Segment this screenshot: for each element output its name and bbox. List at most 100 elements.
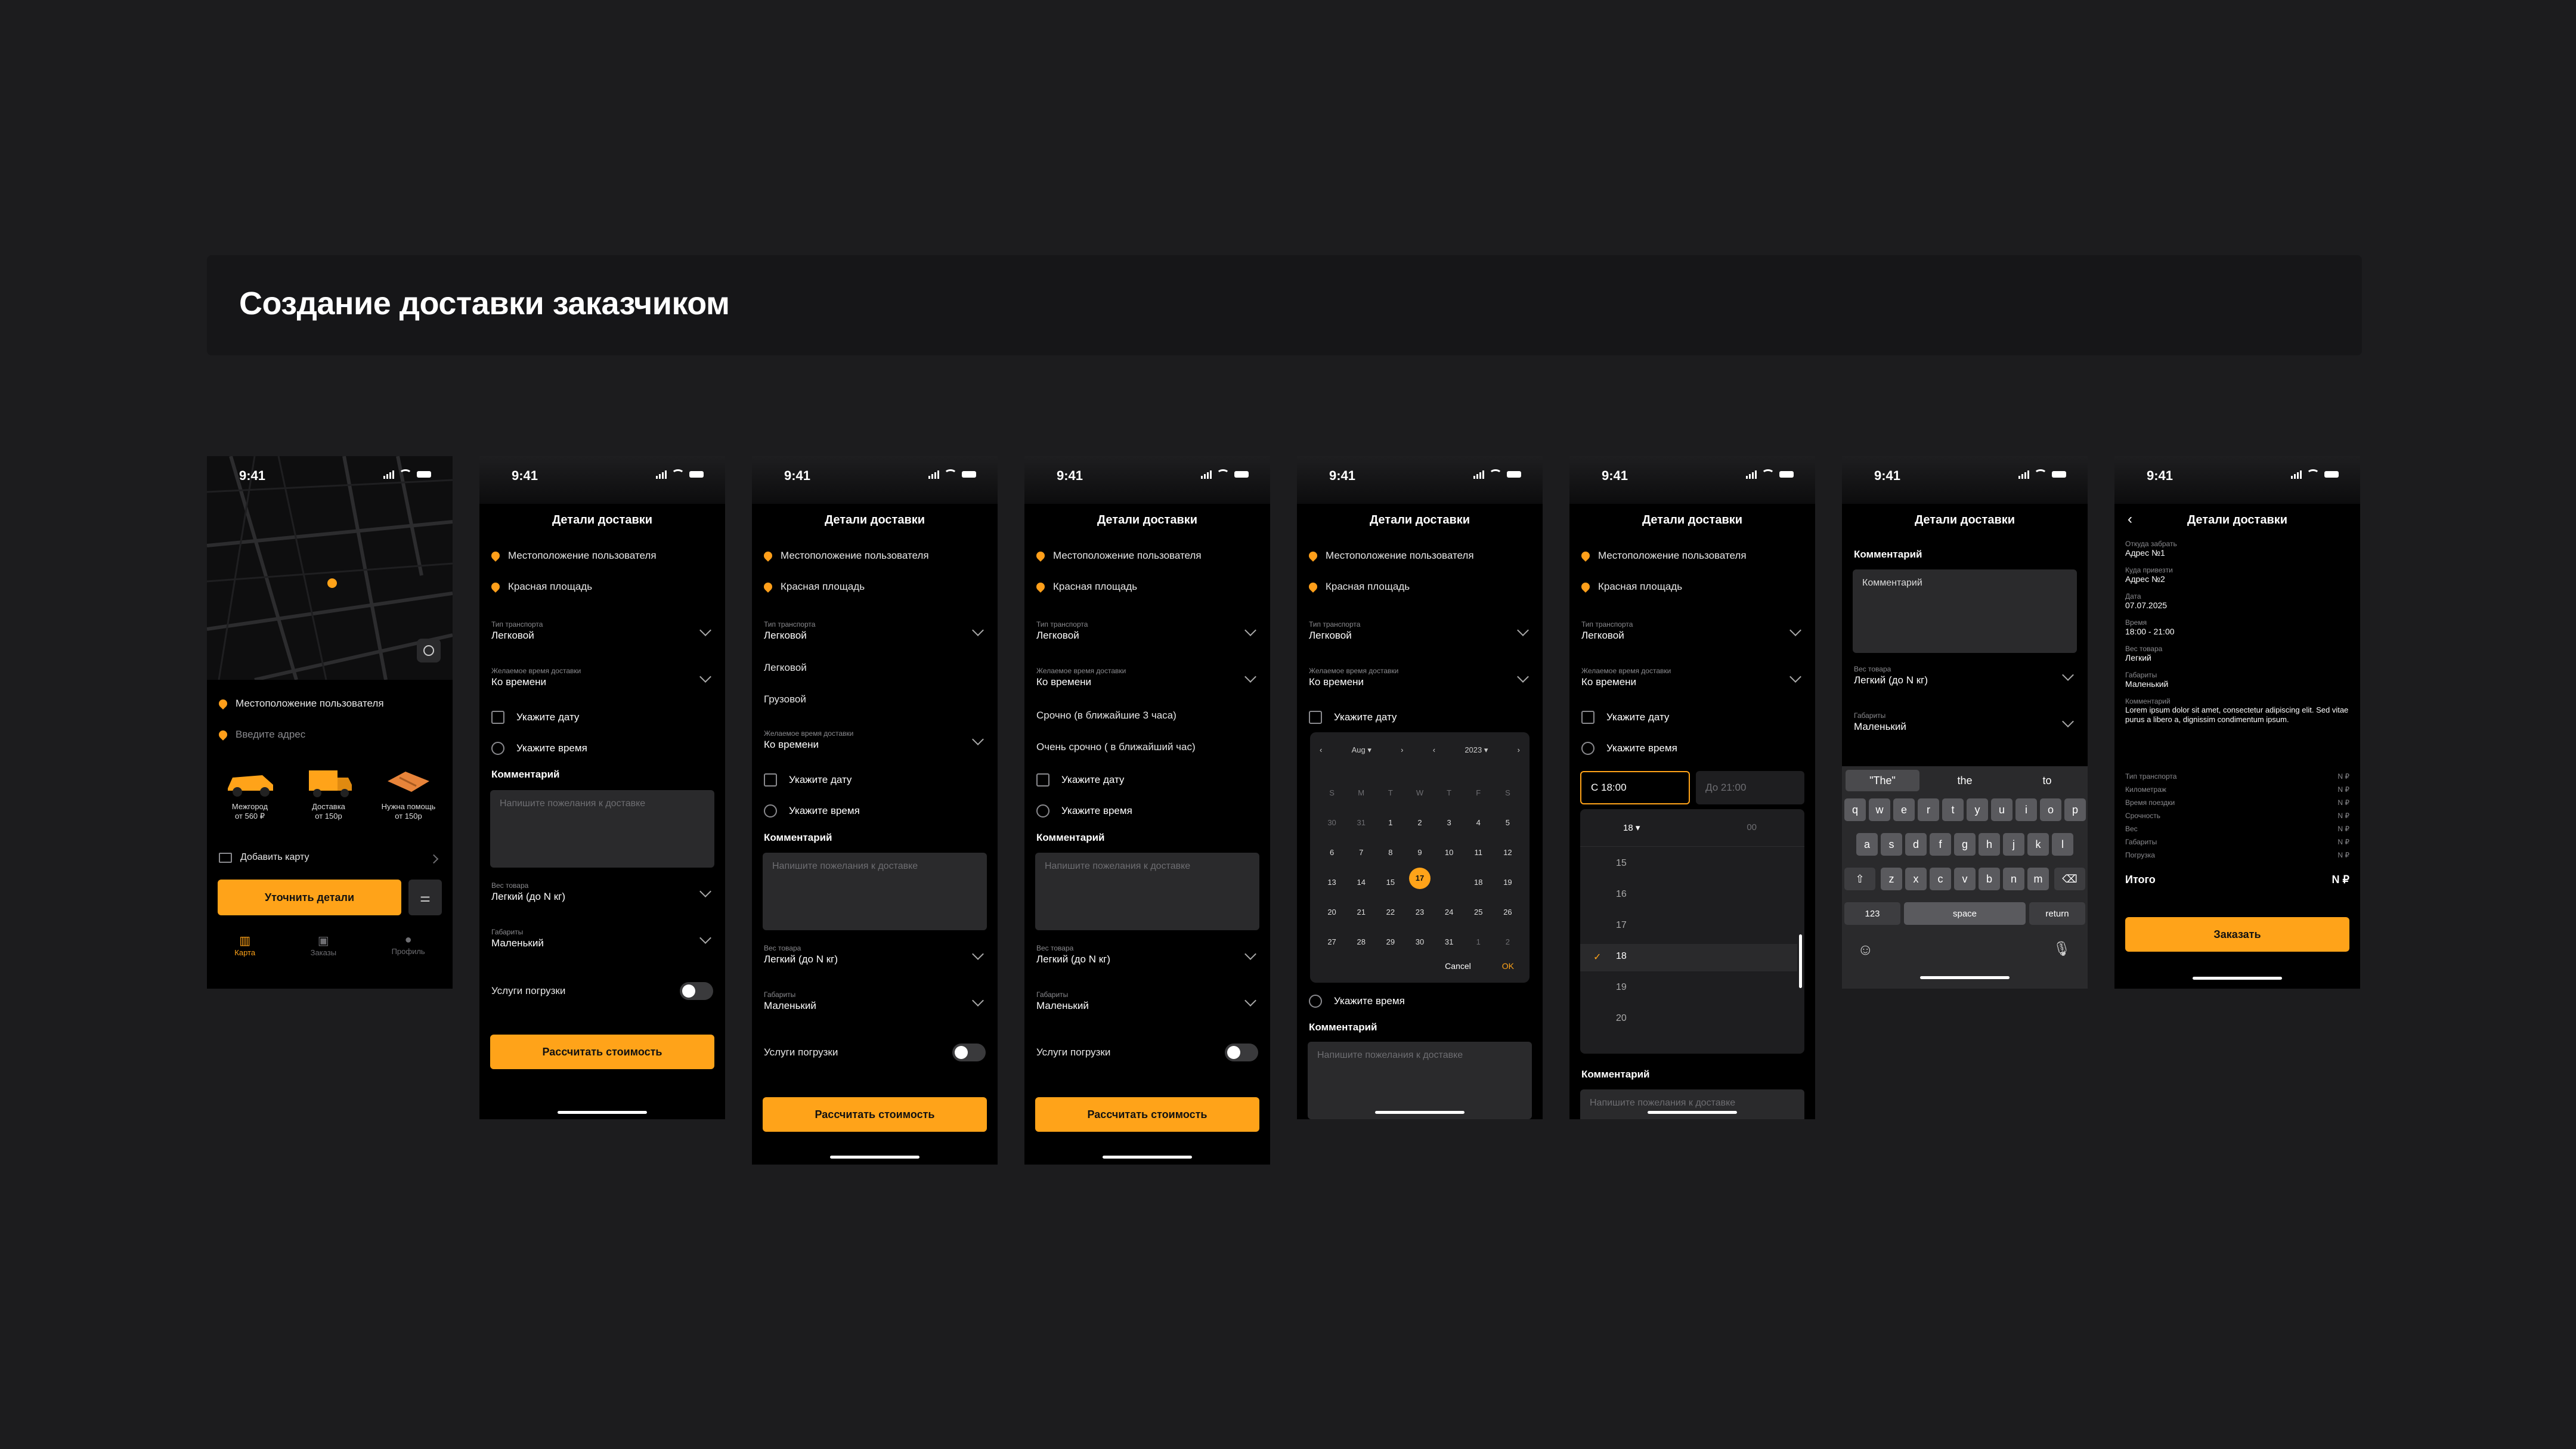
transport-select[interactable]: Тип транспорта Легковой [1309, 620, 1531, 642]
comment-textarea[interactable]: Напишите пожелания к доставке [763, 853, 987, 930]
weight-select[interactable]: Вес товара Легкий (до N кг) [491, 881, 713, 903]
key[interactable]: h [1979, 833, 2000, 856]
calendar-day[interactable]: 31 [1435, 927, 1464, 956]
calendar-cancel-button[interactable]: Cancel [1445, 961, 1471, 971]
calendar-day[interactable]: 1 [1464, 927, 1493, 956]
calendar-day[interactable]: 7 [1346, 837, 1376, 867]
time-field[interactable]: Укажите время [764, 804, 860, 818]
suggestion[interactable]: "The" [1846, 770, 1919, 791]
time-select[interactable]: Желаемое время доставки Ко времени [764, 729, 986, 751]
date-field[interactable]: Укажите дату [1036, 773, 1124, 787]
calendar-day[interactable]: 30 [1405, 927, 1434, 956]
location-dest-row[interactable]: Красная площадь [1035, 581, 1137, 593]
key[interactable]: e [1893, 798, 1915, 821]
time-field[interactable]: Укажите время [1036, 804, 1132, 818]
key[interactable]: f [1930, 833, 1951, 856]
location-user-row[interactable]: Местоположение пользователя [490, 550, 657, 562]
key[interactable]: c [1930, 868, 1951, 890]
key[interactable]: l [2052, 833, 2073, 856]
hour-select[interactable]: 18 ▾ [1623, 822, 1640, 833]
backspace-key[interactable]: ⌫ [2054, 868, 2085, 890]
location-user-row[interactable]: Местоположение пользователя [1580, 550, 1747, 562]
microphone-icon[interactable]: 🎙 [2053, 940, 2071, 958]
calendar-day[interactable]: 6 [1317, 837, 1346, 867]
location-dest-row[interactable]: Красная площадь [1307, 581, 1410, 593]
transport-select[interactable]: Тип транспорта Легковой [1036, 620, 1258, 642]
calendar-day[interactable]: 1 [1376, 807, 1405, 837]
shift-key[interactable]: ⇧ [1844, 868, 1875, 890]
size-select[interactable]: Габариты Маленький [491, 928, 713, 949]
time-option[interactable]: Очень срочно ( в ближайший час) [1036, 741, 1196, 753]
year-prev-icon[interactable]: ‹ [1433, 745, 1435, 755]
picker-scrollbar[interactable] [1799, 934, 1802, 988]
calendar-day[interactable]: 24 [1435, 897, 1464, 927]
calendar-day[interactable]: 21 [1346, 897, 1376, 927]
tab-map[interactable]: ▥ Карта [234, 933, 255, 957]
calendar-ok-button[interactable]: OK [1502, 961, 1514, 971]
hour-option-selected[interactable]: ✓ 18 [1580, 944, 1797, 971]
key[interactable]: t [1942, 798, 1964, 821]
comment-textarea[interactable]: Напишите пожелания к доставке [490, 790, 714, 868]
service-card-delivery[interactable]: Доставка от 150р [298, 763, 360, 821]
key[interactable]: u [1991, 798, 2012, 821]
calendar-day[interactable]: 4 [1464, 807, 1493, 837]
calendar-next-icon[interactable]: › [1401, 745, 1403, 755]
calendar-day[interactable]: 27 [1317, 927, 1346, 956]
space-key[interactable]: space [1904, 902, 2026, 925]
calendar-day[interactable]: 28 [1346, 927, 1376, 956]
calendar-day[interactable]: 12 [1493, 837, 1522, 867]
calc-button[interactable]: Рассчитать стоимость [763, 1097, 987, 1132]
key[interactable]: b [1979, 868, 2000, 890]
minute-select[interactable]: 00 [1747, 822, 1757, 832]
calendar-day[interactable]: 2 [1493, 927, 1522, 956]
key[interactable]: k [2027, 833, 2049, 856]
filter-button[interactable]: ⚌ [408, 880, 442, 915]
key[interactable]: o [2040, 798, 2061, 821]
year-next-icon[interactable]: › [1518, 745, 1520, 755]
calendar-day[interactable]: 2 [1405, 807, 1434, 837]
numbers-key[interactable]: 123 [1844, 902, 1900, 925]
comment-textarea[interactable]: Комментарий [1853, 569, 2077, 653]
weight-select[interactable]: Вес товара Легкий (до N кг) [1854, 665, 2076, 686]
calendar-day[interactable]: 30 [1317, 807, 1346, 837]
comment-textarea[interactable]: Напишите пожелания к доставке [1035, 853, 1259, 930]
tab-orders[interactable]: ▣ Заказы [311, 933, 336, 957]
transport-select[interactable]: Тип транспорта Легковой [764, 620, 986, 642]
add-card-row[interactable]: Добавить карту [219, 852, 309, 863]
key[interactable]: m [2027, 868, 2049, 890]
calendar-prev-icon[interactable]: ‹ [1320, 745, 1322, 755]
transport-select[interactable]: Тип транспорта Легковой [491, 620, 713, 642]
time-select[interactable]: Желаемое время доставки Ко времени [491, 667, 713, 688]
key[interactable]: z [1881, 868, 1902, 890]
hour-option[interactable]: 17 [1616, 920, 1627, 931]
time-select[interactable]: Желаемое время доставки Ко времени [1309, 667, 1531, 688]
key[interactable]: y [1967, 798, 1988, 821]
calendar-day[interactable]: 20 [1317, 897, 1346, 927]
loading-toggle[interactable] [1225, 1044, 1258, 1061]
size-select[interactable]: Габариты Маленький [764, 990, 986, 1012]
date-field[interactable]: Укажите дату [1309, 711, 1397, 724]
location-dest-row[interactable]: Красная площадь [490, 581, 592, 593]
location-user-row[interactable]: Местоположение пользователя [1307, 550, 1474, 562]
suggestion[interactable]: to [2010, 770, 2084, 791]
comment-textarea[interactable]: Напишите пожелания к доставке [1308, 1042, 1532, 1119]
key[interactable]: g [1954, 833, 1976, 856]
calendar-day[interactable]: 8 [1376, 837, 1405, 867]
location-dest-row[interactable]: Красная площадь [1580, 581, 1682, 593]
key[interactable]: d [1905, 833, 1927, 856]
key[interactable]: p [2064, 798, 2086, 821]
transport-option[interactable]: Легковой [764, 662, 807, 674]
time-field[interactable]: Укажите время [1309, 995, 1405, 1008]
location-user-row[interactable]: Местоположение пользователя [1035, 550, 1202, 562]
date-field[interactable]: Укажите дату [764, 773, 852, 787]
size-select[interactable]: Габариты Маленький [1036, 990, 1258, 1012]
calendar-day[interactable]: 11 [1464, 837, 1493, 867]
year-select[interactable]: 2023 ▾ [1465, 745, 1488, 755]
transport-select[interactable]: Тип транспорта Легковой [1581, 620, 1803, 642]
date-field[interactable]: Укажите дату [1581, 711, 1669, 724]
location-user-row[interactable]: Местоположение пользователя [217, 698, 384, 710]
key[interactable]: n [2003, 868, 2024, 890]
calendar-day[interactable]: 3 [1435, 807, 1464, 837]
hour-option[interactable]: 16 [1616, 889, 1627, 900]
key[interactable]: j [2003, 833, 2024, 856]
